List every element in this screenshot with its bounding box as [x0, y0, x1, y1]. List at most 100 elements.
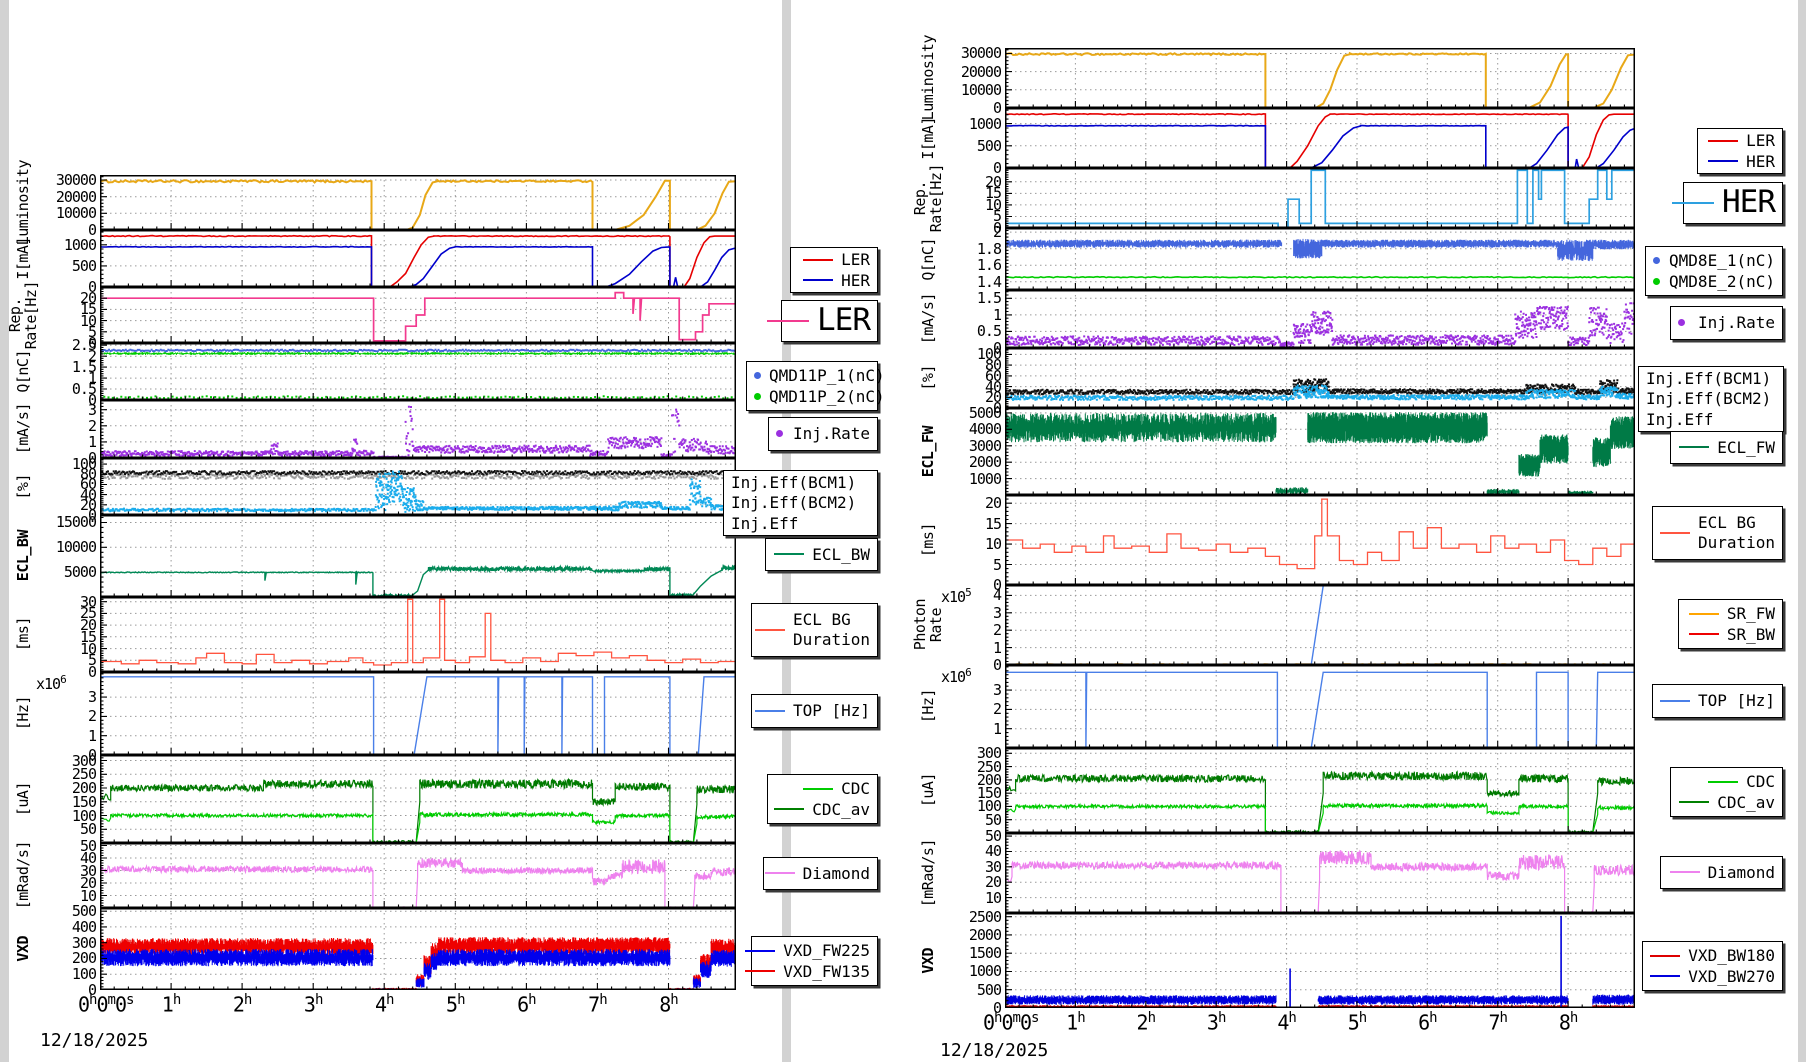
legend-line-marker: [1672, 202, 1714, 204]
legend-label: SR_FW: [1727, 604, 1775, 624]
x-tick-label: 8h: [1559, 1010, 1577, 1035]
legend-entry: Inj.Eff(BCM2): [1646, 389, 1776, 409]
y-axis-label-charge: Q[nC]: [911, 228, 947, 290]
legend-line-marker: [1670, 871, 1700, 873]
legend-entry: SR_BW: [1686, 625, 1775, 645]
legend-label: CDC_av: [1717, 793, 1775, 813]
legend-label: Diamond: [1708, 863, 1775, 883]
y-tick-label: 1: [947, 720, 1001, 738]
legend-label: HER: [1746, 152, 1775, 172]
legend-inj-eff: Inj.Eff(BCM1)Inj.Eff(BCM2)Inj.Eff: [1638, 366, 1784, 432]
legend-dot-marker: [1653, 257, 1660, 264]
panel-inj-rate: [1005, 290, 1635, 348]
legend-entry: CDC_av: [1678, 793, 1775, 813]
y-tick-label: 1000: [947, 470, 1001, 488]
x-tick-label: 0h0m0s: [983, 1010, 1038, 1035]
legend-top: TOP [Hz]: [1652, 684, 1783, 718]
legend-entry: ECL BG Duration: [1660, 513, 1775, 552]
y-tick-label: 5: [947, 556, 1001, 574]
y-tick-label: 40: [947, 842, 1001, 860]
y-tick-label: 1000: [947, 115, 1001, 133]
legend-label: VXD_BW270: [1688, 967, 1775, 987]
y-tick-label: 10: [947, 889, 1001, 907]
legend-entry: Inj.Rate: [1678, 313, 1775, 333]
y-tick-label: 20: [947, 173, 1001, 191]
panel-luminosity: [1005, 48, 1635, 108]
y-axis-label-cdc-current: [uA]: [911, 748, 947, 833]
legend-entry: SR_FW: [1686, 604, 1775, 624]
right-date: 12/18/2025: [940, 1040, 1048, 1061]
legend-entry: VXD_BW180: [1650, 946, 1775, 966]
legend-line-marker: [1708, 160, 1738, 162]
legend-line-marker: [1650, 955, 1680, 957]
panel-top-rate: [1005, 665, 1635, 748]
legend-entry: HER: [1691, 184, 1775, 222]
legend-entry: HER: [1705, 152, 1775, 172]
panel-inj-eff: [1005, 348, 1635, 408]
legend-entry: LER: [1705, 131, 1775, 151]
legend-entry: QMD8E_2(nC): [1653, 272, 1775, 292]
legend-label: VXD_BW180: [1688, 946, 1775, 966]
y-tick-label: 100: [947, 345, 1001, 363]
legend-line-marker: [1660, 700, 1690, 702]
x-tick-label: 7h: [1488, 1010, 1506, 1035]
y-tick-label: 2: [947, 621, 1001, 639]
legend-dot-marker: [1653, 278, 1660, 285]
y-tick-label: 10000: [947, 81, 1001, 99]
y-tick-label: 500: [947, 137, 1001, 155]
panel-rep-rate: [1005, 168, 1635, 228]
y-tick-label: 1.5: [947, 289, 1001, 307]
y-tick-label: 20000: [947, 63, 1001, 81]
y-tick-label: 20: [947, 873, 1001, 891]
legend-ler-her: LERHER: [1697, 128, 1783, 174]
y-tick-label: 30: [947, 858, 1001, 876]
y-tick-label: 1.4: [947, 273, 1001, 291]
legend-label: Inj.Eff(BCM2): [1646, 389, 1771, 409]
legend-label: Inj.Eff(BCM1): [1646, 369, 1771, 389]
legend-diamond: Diamond: [1660, 856, 1783, 889]
y-tick-label: 3000: [947, 437, 1001, 455]
legend-label: SR_BW: [1727, 625, 1775, 645]
y-tick-label: 3: [947, 604, 1001, 622]
y-tick-label: 300: [947, 744, 1001, 762]
x-tick-label: 6h: [1418, 1010, 1436, 1035]
legend-label: TOP [Hz]: [1698, 691, 1775, 711]
legend-label: QMD8E_2(nC): [1669, 272, 1775, 292]
legend-entry: VXD_BW270: [1650, 967, 1775, 987]
y-axis-label-vxd: VXD: [911, 913, 947, 1008]
y-tick-label: 1000: [947, 962, 1001, 980]
legend-dot-marker: [1678, 319, 1685, 326]
legend-entry: QMD8E_1(nC): [1653, 251, 1775, 271]
y-tick-label: 50: [947, 827, 1001, 845]
x-tick-label: 1h: [1066, 1010, 1084, 1035]
legend-label: Inj.Rate: [1698, 313, 1775, 333]
legend-entry: Diamond: [1668, 863, 1775, 883]
y-tick-label: 0.5: [947, 322, 1001, 340]
panel-beam-current: [1005, 108, 1635, 168]
y-tick-label: 15: [947, 515, 1001, 533]
legend-ring-big: HER: [1683, 182, 1783, 224]
legend-line-marker: [1708, 140, 1738, 142]
legend-ecl-bg: ECL BG Duration: [1652, 506, 1783, 560]
legend-line-marker: [1679, 446, 1709, 448]
legend-label: LER: [1746, 131, 1775, 151]
y-axis-label-beam-current: I[mA]: [911, 108, 947, 168]
panel-vxd: [1005, 913, 1635, 1008]
y-axis-label-inj-rate: [mA/s]: [911, 290, 947, 348]
right-chart: 0100002000030000Luminosity05001000I[mA]0…: [0, 0, 1806, 1062]
y-tick-label: 500: [947, 981, 1001, 999]
y-tick-label: 30000: [947, 44, 1001, 62]
legend-entry: Inj.Eff(BCM1): [1646, 369, 1776, 389]
panel-charge: [1005, 228, 1635, 290]
y-tick-label: 1: [947, 306, 1001, 324]
y-tick-label: 1: [947, 639, 1001, 657]
legend-entry: TOP [Hz]: [1660, 691, 1775, 711]
x-tick-label: 5h: [1348, 1010, 1366, 1035]
legend-label: ECL_FW: [1717, 438, 1775, 458]
left-date: 12/18/2025: [40, 1030, 148, 1051]
y-axis-label-ecl-fw: ECL_FW: [911, 408, 947, 495]
x-tick-label: 3h: [1207, 1010, 1225, 1035]
panel-ecl-fw: [1005, 408, 1635, 495]
axis-multiplier-label: x105: [941, 586, 971, 606]
legend-label: CDC: [1746, 772, 1775, 792]
